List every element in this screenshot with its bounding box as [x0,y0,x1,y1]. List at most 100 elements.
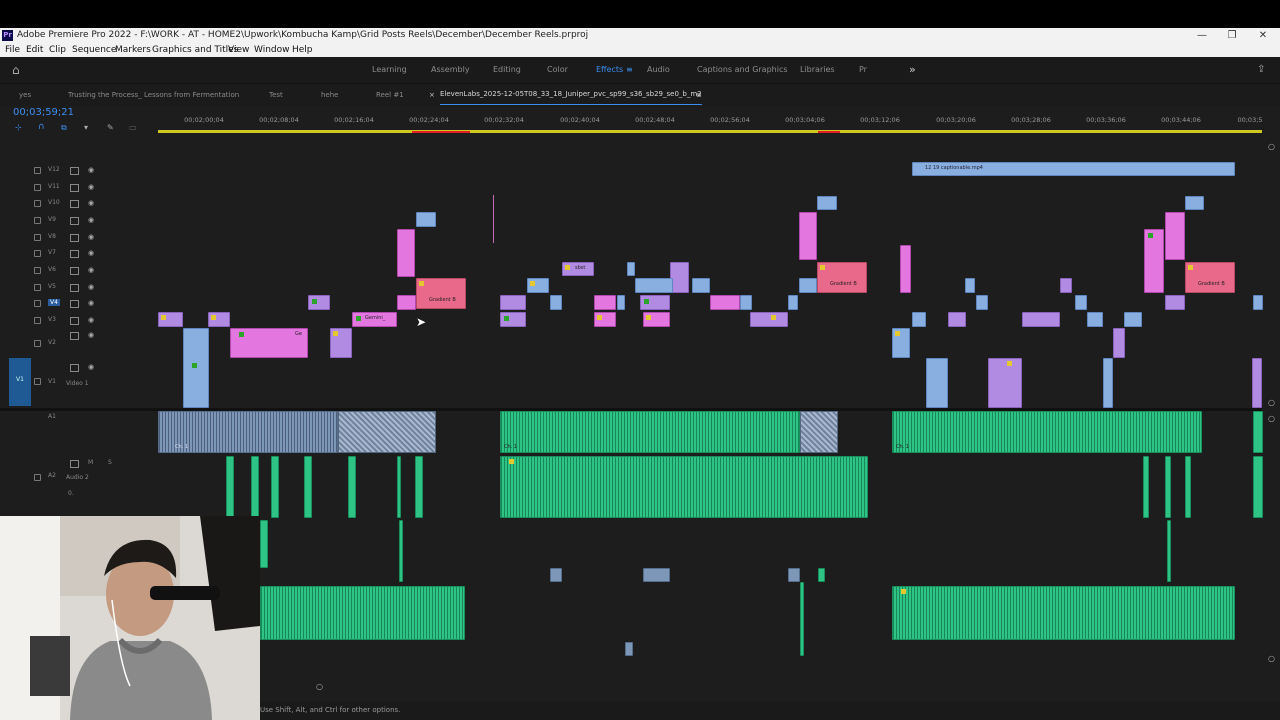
audio-clip-a2[interactable] [397,456,401,518]
tab-trusting-the-process[interactable]: Trusting the Process_ Lessons from Ferme… [68,84,239,106]
video-clip[interactable] [635,278,673,293]
sync-icon[interactable] [70,267,79,275]
solo-button[interactable]: S [108,459,112,466]
audio-clip-a2[interactable] [304,456,312,518]
graphic-clip[interactable] [799,212,817,260]
audio-clip-a2[interactable] [348,456,356,518]
sync-icon[interactable] [70,167,79,175]
video-clip[interactable] [892,328,910,358]
menu-file[interactable]: File [5,43,20,57]
video-clip[interactable] [330,328,352,358]
lock-icon[interactable] [34,317,41,324]
menu-graphics-and-titles[interactable]: Graphics and Titles [152,43,238,57]
scroll-handle-icon[interactable]: ○ [1268,398,1275,407]
mute-button[interactable]: M [88,459,93,466]
eye-icon[interactable]: ◉ [88,199,94,207]
audio-clip-a2[interactable] [226,456,234,518]
menu-sequence[interactable]: Sequence [72,43,116,57]
source-patch-v1[interactable]: V1 [9,358,31,406]
workspace-libraries[interactable]: Libraries [800,57,835,83]
audio-clip-a1[interactable]: Ch. 1 [500,411,800,453]
captions-icon[interactable]: ▭ [129,123,137,132]
sync-icon[interactable] [70,200,79,208]
tab-close-icon[interactable]: × [429,84,435,106]
lock-icon[interactable] [34,340,41,347]
graphic-clip[interactable] [643,312,670,327]
sync-icon[interactable] [70,284,79,292]
tab-elevenlabs-sequence[interactable]: ElevenLabs_2025-12-05T08_33_18_Juniper_p… [440,84,702,105]
audio-clip-a2[interactable] [251,456,259,518]
horizontal-zoom-scrollbar[interactable]: ○ [260,682,1260,691]
lock-icon[interactable] [34,167,41,174]
workspace-menu-icon[interactable]: ≡ [626,57,633,83]
nest-icon[interactable]: ⊹ [15,123,22,132]
lock-icon[interactable] [34,217,41,224]
video-clip[interactable] [740,295,752,310]
menu-view[interactable]: View [228,43,249,57]
video-clip[interactable] [617,295,625,310]
track-header-v8[interactable]: V8 ◉ [0,230,158,246]
lock-icon[interactable] [34,378,41,385]
menu-help[interactable]: Help [292,43,313,57]
lock-icon[interactable] [34,300,41,307]
track-header-v12[interactable]: V12 ◉ [0,163,158,179]
graphic-clip[interactable] [1144,229,1164,293]
share-icon[interactable]: ⇪ [1257,57,1265,83]
sync-icon[interactable] [70,250,79,258]
video-clip[interactable] [1087,312,1103,327]
audio-clip-a1[interactable]: Ch. 1 [158,411,338,453]
scroll-handle-icon[interactable]: ○ [1268,142,1275,151]
track-header-v10[interactable]: V10 ◉ [0,196,158,212]
lock-icon[interactable] [34,284,41,291]
audio-clip[interactable] [800,582,804,656]
audio-clip[interactable] [625,642,633,656]
workspace-effects[interactable]: Effects [596,57,623,83]
lock-icon[interactable] [34,474,41,481]
workspace-learning[interactable]: Learning [372,57,407,83]
audio-clip[interactable] [260,520,268,568]
video-clip[interactable] [1022,312,1060,327]
graphic-clip[interactable] [594,312,616,327]
video-clip[interactable] [1252,358,1262,408]
lock-icon[interactable] [34,184,41,191]
track-header-a2[interactable]: M S A2 Audio 2 0. [0,458,158,508]
menu-clip[interactable]: Clip [49,43,66,57]
workspace-captions-and-graphics[interactable]: Captions and Graphics [697,57,788,83]
graphic-clip[interactable] [397,295,416,310]
video-clip[interactable] [1060,278,1072,293]
video-clip[interactable] [912,312,926,327]
sync-icon[interactable] [70,217,79,225]
video-clip[interactable] [500,312,526,327]
gradient-clip[interactable]: Gradient B [1185,262,1235,293]
video-clip[interactable] [550,295,562,310]
scroll-handle-icon[interactable]: ○ [1268,414,1275,423]
audio-clip[interactable] [550,568,562,582]
eye-icon[interactable]: ◉ [88,249,94,257]
captionable-video-clip[interactable]: 12 19 captionable.mp4 [912,162,1235,176]
menu-markers[interactable]: Markers [115,43,151,57]
linked-selection-icon[interactable]: ⧉ [61,123,67,133]
wrench-icon[interactable]: ✎ [107,123,114,132]
audio-clip[interactable] [818,568,825,582]
audio-clip-music[interactable] [260,586,465,640]
video-clip[interactable] [976,295,988,310]
track-header-v6[interactable]: V6 ◉ [0,263,158,279]
video-clip[interactable] [988,358,1022,408]
video-clip[interactable] [948,312,966,327]
audio-clip[interactable] [788,568,800,582]
video-clip[interactable] [1113,328,1125,358]
eye-icon[interactable]: ◉ [88,266,94,274]
snap-icon[interactable]: ∩ [38,122,45,132]
menu-window[interactable]: Window [254,43,290,57]
eye-icon[interactable]: ◉ [88,331,94,339]
sync-icon[interactable] [70,234,79,242]
video-clip[interactable] [640,295,670,310]
video-clip[interactable] [788,295,798,310]
sync-icon[interactable] [70,332,79,340]
video-clip[interactable] [965,278,975,293]
graphic-clip[interactable] [710,295,740,310]
menu-edit[interactable]: Edit [26,43,43,57]
sync-icon[interactable] [70,300,79,308]
track-header-v9[interactable]: V9 ◉ [0,213,158,229]
audio-clip[interactable] [643,568,670,582]
